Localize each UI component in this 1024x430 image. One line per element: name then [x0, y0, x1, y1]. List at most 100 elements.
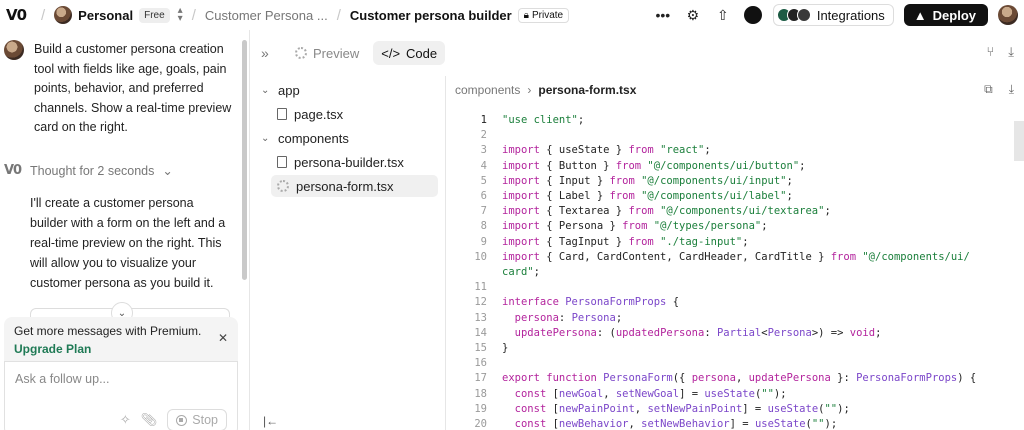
plan-badge: Free — [139, 7, 170, 23]
loading-spinner-icon — [277, 180, 289, 192]
top-bar: V0 / Personal Free ▴ ▾ / Customer Persona… — [0, 0, 1024, 30]
download-icon[interactable]: ⤓ — [1008, 44, 1014, 60]
code-line[interactable]: } — [502, 341, 508, 356]
code-line[interactable]: export function PersonaForm({ persona, u… — [502, 371, 976, 386]
download-file-icon[interactable]: ⤓ — [1009, 82, 1014, 97]
file-label: persona-form.tsx — [296, 178, 394, 194]
code-line[interactable]: const [newGoal, setNewGoal] = useState("… — [502, 387, 787, 402]
line-number: 9 — [480, 235, 487, 248]
code-line[interactable]: import { Card, CardContent, CardHeader, … — [502, 250, 970, 265]
expand-sidebar-icon[interactable]: » — [261, 45, 281, 61]
chevron-down-icon: ⌄ — [162, 164, 173, 178]
code-line[interactable]: import { Input } from "@/components/ui/i… — [502, 174, 793, 189]
line-number: 11 — [474, 281, 487, 294]
code-line[interactable]: import { useState } from "react"; — [502, 143, 711, 158]
code-line[interactable]: const [newBehavior, setNewBehavior] = us… — [502, 417, 838, 430]
integrations-button[interactable]: Integrations — [772, 4, 894, 26]
chevron-down-icon: ⌄ — [261, 84, 270, 96]
line-number: 2 — [480, 129, 487, 142]
collapse-tree-icon[interactable]: |← — [263, 414, 278, 428]
chat-title[interactable]: Customer persona builder — [350, 8, 512, 23]
user-message-avatar — [4, 40, 24, 60]
paperclip-icon[interactable]: 📎︎ — [141, 412, 158, 428]
share-icon[interactable]: ⇧ — [713, 5, 733, 25]
code-editor: components › persona-form.tsx ⧉ ⤓ 12345678… — [447, 76, 1024, 430]
tree-folder-app[interactable]: ⌄ app — [261, 79, 300, 101]
crumb-folder[interactable]: components — [455, 83, 520, 97]
assistant-message-text: I'll create a customer persona builder w… — [30, 196, 226, 290]
code-brackets-icon: </> — [381, 45, 401, 61]
code-line[interactable]: persona: Persona; — [502, 311, 623, 326]
tab-actions: ⑂ ⤓ — [986, 44, 1014, 60]
line-number — [447, 265, 487, 280]
private-badge: 🔒︎ Private — [517, 7, 570, 23]
line-number: 16 — [474, 357, 487, 370]
code-line[interactable]: updatePersona: (updatedPersona: Partial<… — [502, 326, 882, 341]
upgrade-plan-link[interactable]: Upgrade Plan — [14, 342, 228, 356]
line-number: 1 — [480, 114, 487, 126]
line-number: 3 — [480, 144, 487, 157]
line-number: 8 — [480, 220, 487, 233]
thought-label: Thought for 2 seconds — [30, 163, 155, 178]
code-line[interactable]: import { TagInput } from "./tag-input"; — [502, 235, 749, 250]
copy-icon[interactable]: ⧉ — [984, 82, 993, 97]
tree-folder-components[interactable]: ⌄ components — [261, 127, 349, 149]
user-avatar[interactable] — [998, 5, 1018, 25]
tree-file-page[interactable]: page.tsx — [277, 103, 343, 125]
line-number: 4 — [480, 159, 487, 172]
file-icon — [277, 156, 287, 168]
code-line[interactable]: import { Textarea } from "@/components/u… — [502, 204, 831, 219]
github-icon[interactable] — [743, 5, 763, 25]
line-number: 10 — [474, 250, 487, 263]
fork-icon[interactable]: ⑂ — [986, 44, 994, 60]
close-icon[interactable]: ✕ — [218, 331, 228, 345]
tab-code[interactable]: </> Code — [373, 41, 446, 65]
project-name[interactable]: Customer Persona ... — [205, 8, 328, 23]
view-tabs: » Preview </> Code ⑂ ⤓ — [251, 30, 1024, 76]
settings-gear-icon[interactable]: ⚙ — [683, 5, 703, 25]
top-actions: ••• ⚙ ⇧ Integrations ▲ Deploy — [653, 4, 1018, 26]
editor-breadcrumb: components › persona-form.tsx — [455, 83, 636, 97]
thought-toggle[interactable]: V0 Thought for 2 seconds ⌄ — [4, 163, 173, 178]
editor-actions: ⧉ ⤓ — [984, 82, 1014, 97]
editor-scrollbar[interactable] — [1014, 121, 1024, 161]
chat-scrollbar[interactable] — [242, 40, 247, 280]
v0-logo[interactable]: V0 — [6, 6, 32, 24]
upgrade-banner: Get more messages with Premium. Upgrade … — [4, 317, 238, 361]
code-line[interactable]: card"; — [502, 265, 540, 280]
folder-label: components — [278, 130, 349, 146]
tree-file-persona-form[interactable]: persona-form.tsx — [271, 175, 438, 197]
integration-logos-icon — [776, 8, 811, 22]
code-line[interactable]: const [newPainPoint, setNewPainPoint] = … — [502, 402, 850, 417]
tab-preview[interactable]: Preview — [287, 41, 367, 65]
integrations-label: Integrations — [816, 7, 885, 23]
folder-label: app — [278, 82, 300, 98]
sparkle-icon[interactable]: ✧ — [120, 412, 131, 428]
chat-panel: Build a customer persona creation tool w… — [0, 30, 250, 430]
deploy-button[interactable]: ▲ Deploy — [903, 4, 988, 26]
user-message: Build a customer persona creation tool w… — [4, 40, 234, 138]
code-line[interactable]: import { Label } from "@/components/ui/l… — [502, 189, 793, 204]
tree-file-persona-builder[interactable]: persona-builder.tsx — [277, 151, 404, 173]
code-line[interactable]: import { Persona } from "@/types/persona… — [502, 219, 768, 234]
deploy-label: Deploy — [932, 7, 976, 23]
code-line[interactable]: import { Button } from "@/components/ui/… — [502, 159, 805, 174]
more-icon[interactable]: ••• — [653, 5, 673, 25]
code-line[interactable]: interface PersonaFormProps { — [502, 295, 679, 310]
stop-button[interactable]: Stop — [167, 409, 227, 430]
line-number: 12 — [474, 296, 487, 309]
upgrade-text: Get more messages with Premium. — [14, 324, 202, 338]
line-number: 17 — [474, 372, 487, 385]
crumb-file: persona-form.tsx — [538, 83, 637, 97]
breadcrumb-separator: / — [336, 6, 341, 24]
line-number: 13 — [474, 311, 487, 324]
workspace-switcher-icon[interactable]: ▴ ▾ — [178, 6, 183, 24]
tab-code-label: Code — [406, 45, 438, 61]
workspace-name[interactable]: Personal — [78, 8, 133, 23]
line-number: 6 — [480, 190, 487, 202]
code-line[interactable]: "use client"; — [502, 113, 584, 128]
workspace-avatar — [54, 6, 73, 24]
follow-up-input[interactable] — [15, 372, 215, 386]
file-tree: ⌄ app page.tsx ⌄ components persona-buil… — [251, 76, 446, 430]
chevron-down-icon: ⌄ — [261, 132, 270, 144]
